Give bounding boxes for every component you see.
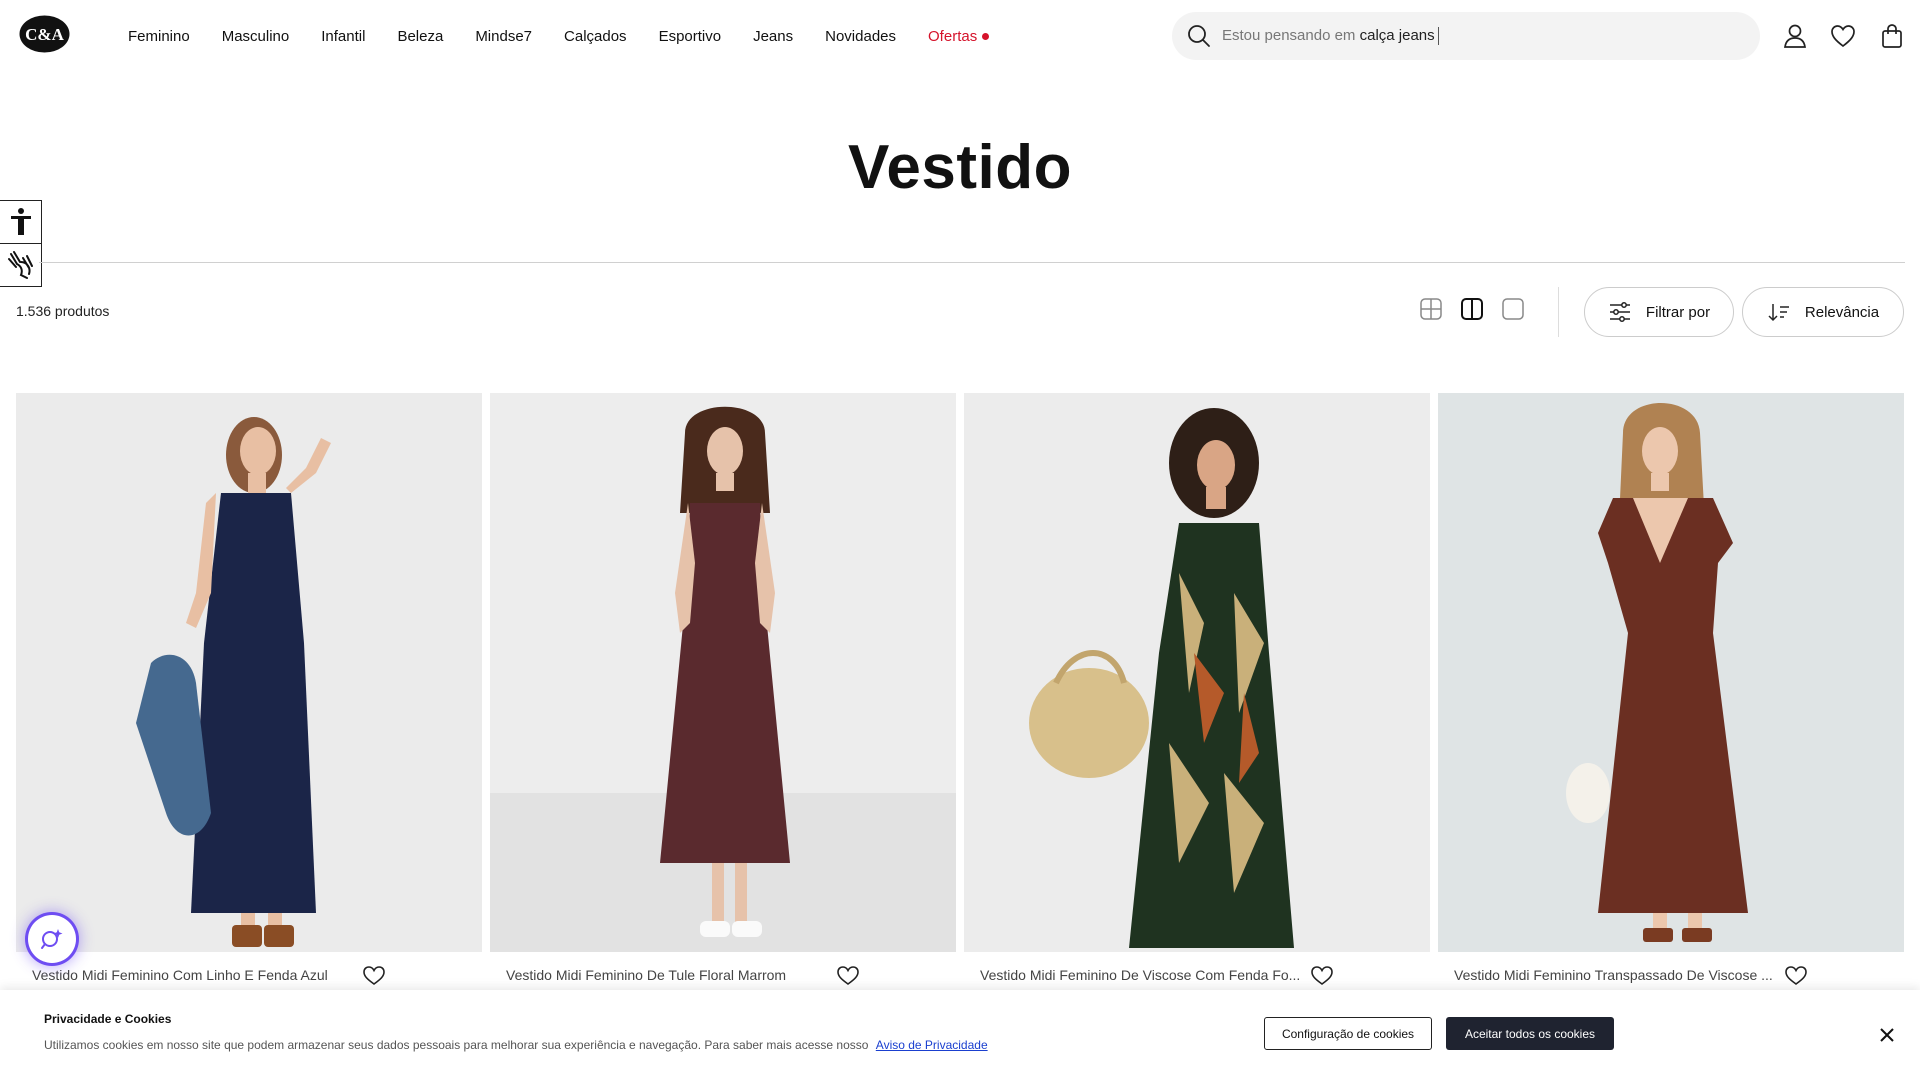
nav-item-infantil[interactable]: Infantil	[321, 28, 365, 45]
grid-2-icon[interactable]	[1460, 297, 1484, 321]
svg-text:C&A: C&A	[25, 25, 64, 44]
product-card[interactable]: Vestido Midi Feminino De Tule Floral Mar…	[490, 393, 956, 985]
sort-button-label: Relevância	[1804, 303, 1880, 321]
product-card[interactable]: Vestido Midi Feminino De Viscose Com Fen…	[964, 393, 1430, 985]
page-title: Vestido	[847, 133, 1072, 202]
cookie-banner: Privacidade e Cookies Utilizamos cookies…	[0, 990, 1920, 1080]
filter-sliders-icon	[1609, 302, 1630, 322]
nav-item-esportivo[interactable]: Esportivo	[659, 28, 722, 45]
search-bar[interactable]: Estou pensando em calça jeans	[1172, 12, 1760, 60]
ai-assistant-button[interactable]	[28, 915, 76, 963]
cookie-title: Privacidade e Cookies	[44, 1012, 172, 1026]
wishlist-heart-icon[interactable]	[1310, 964, 1334, 986]
sort-button[interactable]: Relevância	[1742, 287, 1904, 337]
product-name[interactable]: Vestido Midi Feminino Com Linho E Fenda …	[32, 967, 402, 983]
toolbar-separator	[1558, 287, 1559, 337]
sign-language-button[interactable]	[0, 243, 42, 287]
cookie-text-body: Utilizamos cookies em nosso site que pod…	[44, 1038, 869, 1052]
user-icon[interactable]	[1781, 22, 1809, 50]
main-nav: Feminino Masculino Infantil Beleza Minds…	[128, 0, 1021, 72]
nav-item-novidades[interactable]: Novidades	[825, 28, 896, 45]
product-image[interactable]	[490, 393, 956, 952]
search-placeholder-prefix: Estou pensando em	[1222, 26, 1356, 44]
grid-4-icon[interactable]	[1419, 297, 1443, 321]
title-divider	[39, 262, 1905, 263]
product-photo	[16, 393, 482, 952]
accept-all-cookies-button[interactable]: Aceitar todos os cookies	[1446, 1017, 1614, 1050]
accessibility-icon	[10, 208, 31, 235]
privacy-notice-link[interactable]: Aviso de Privacidade	[876, 1038, 988, 1052]
cookie-settings-button[interactable]: Configuração de cookies	[1264, 1017, 1432, 1050]
accessibility-button[interactable]	[0, 200, 42, 244]
site-header: C&A Feminino Masculino Infantil Beleza M…	[0, 0, 1920, 72]
nav-item-masculino[interactable]: Masculino	[222, 28, 290, 45]
search-icon	[1188, 25, 1210, 47]
wishlist-heart-icon[interactable]	[1784, 964, 1808, 986]
product-image[interactable]	[16, 393, 482, 952]
brand-logo[interactable]: C&A	[19, 15, 70, 53]
grid-1-icon[interactable]	[1501, 297, 1525, 321]
wishlist-heart-icon[interactable]	[836, 964, 860, 986]
text-caret	[1437, 27, 1439, 46]
ai-search-sparkle-icon	[41, 929, 63, 949]
product-name[interactable]: Vestido Midi Feminino Transpassado De Vi…	[1454, 967, 1824, 983]
sign-language-hands-icon	[7, 251, 33, 279]
search-input[interactable]: Estou pensando em calça jeans	[1222, 26, 1439, 46]
cookie-text: Utilizamos cookies em nosso site que pod…	[44, 1038, 988, 1052]
nav-item-ofertas-label: Ofertas	[928, 27, 978, 45]
product-card[interactable]: Vestido Midi Feminino Com Linho E Fenda …	[16, 393, 482, 985]
nav-item-calcados[interactable]: Calçados	[564, 28, 627, 45]
product-name[interactable]: Vestido Midi Feminino De Viscose Com Fen…	[980, 967, 1350, 983]
nav-item-ofertas[interactable]: Ofertas	[928, 27, 990, 45]
bag-icon[interactable]	[1878, 22, 1906, 50]
nav-item-jeans[interactable]: Jeans	[753, 28, 793, 45]
sort-icon	[1768, 304, 1789, 322]
product-photo	[490, 393, 956, 952]
search-suggestion: calça jeans	[1359, 26, 1435, 44]
filter-button[interactable]: Filtrar por	[1584, 287, 1734, 337]
close-icon[interactable]	[1878, 1026, 1896, 1044]
wishlist-heart-icon[interactable]	[362, 964, 386, 986]
heart-icon[interactable]	[1829, 22, 1857, 50]
product-name[interactable]: Vestido Midi Feminino De Tule Floral Mar…	[506, 967, 876, 983]
nav-item-mindse7[interactable]: Mindse7	[475, 28, 532, 45]
nav-item-feminino[interactable]: Feminino	[128, 28, 190, 45]
product-count: 1.536 produtos	[16, 303, 110, 319]
nav-item-beleza[interactable]: Beleza	[397, 28, 443, 45]
product-image[interactable]	[964, 393, 1430, 952]
product-image[interactable]	[1438, 393, 1904, 952]
product-card[interactable]: Vestido Midi Feminino Transpassado De Vi…	[1438, 393, 1904, 985]
product-photo	[1438, 393, 1904, 952]
filter-button-label: Filtrar por	[1645, 303, 1711, 321]
product-photo	[964, 393, 1430, 952]
offers-indicator-dot	[982, 32, 990, 40]
